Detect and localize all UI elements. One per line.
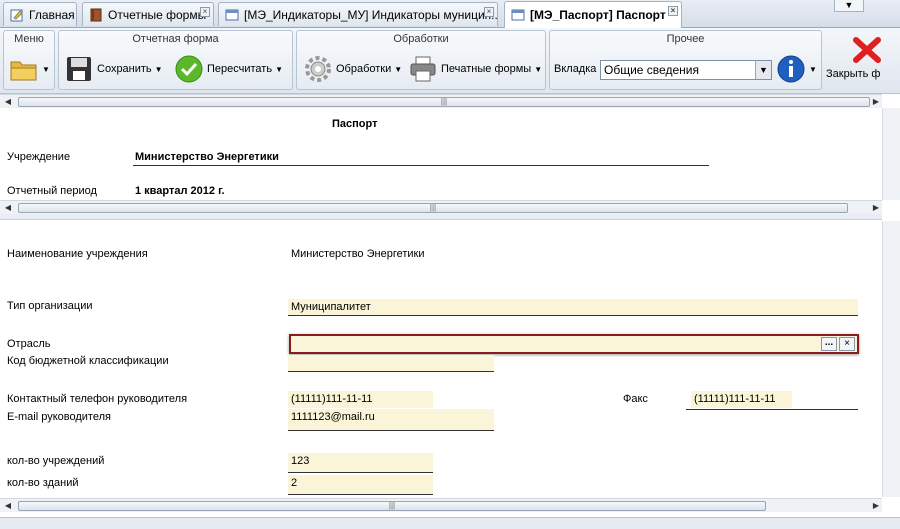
gear-icon bbox=[305, 56, 331, 82]
save-label: Сохранить bbox=[97, 63, 152, 75]
print-forms-label: Печатные формы bbox=[441, 63, 532, 75]
ellipsis-button[interactable]: ... bbox=[821, 337, 837, 351]
budget-code-label: Код бюджетной классификации bbox=[7, 355, 169, 367]
book-icon bbox=[90, 8, 102, 21]
check-icon bbox=[175, 55, 203, 83]
folder-icon bbox=[10, 61, 37, 81]
status-bar bbox=[0, 517, 900, 529]
save-button[interactable]: Сохранить ▼ bbox=[65, 53, 163, 85]
save-icon bbox=[67, 57, 91, 81]
menu-button[interactable]: ▼ bbox=[9, 53, 50, 85]
group-title: Обработки bbox=[393, 33, 449, 45]
period-label: Отчетный период bbox=[7, 185, 97, 197]
name-value: Министерство Энергетики bbox=[291, 248, 425, 260]
scroll-left-icon[interactable]: ◀ bbox=[2, 499, 14, 513]
chevron-down-icon: ▼ bbox=[534, 64, 543, 74]
tab-select[interactable]: Общие сведения ▼ bbox=[600, 60, 772, 80]
recalculate-label: Пересчитать bbox=[207, 63, 273, 75]
group-title: Прочее bbox=[666, 33, 705, 45]
clear-icon[interactable]: × bbox=[839, 337, 855, 351]
tab-bar: Главная Отчетные формы × [МЭ_Индикаторы_… bbox=[0, 0, 900, 28]
chevron-down-icon: ▼ bbox=[394, 64, 403, 74]
divider bbox=[133, 165, 709, 166]
header-scrollbar[interactable]: ◀ ||| ▶ bbox=[0, 200, 882, 214]
buildings-count-field[interactable]: 2 bbox=[288, 475, 433, 495]
industry-label: Отрасль bbox=[7, 338, 51, 350]
chevron-down-icon: ▼ bbox=[275, 64, 283, 74]
scroll-right-icon[interactable]: ▶ bbox=[870, 95, 882, 109]
scroll-right-icon[interactable]: ▶ bbox=[870, 499, 882, 513]
form-icon bbox=[511, 9, 525, 21]
toolbar: Меню ▼ Отчетная форма Сохранить ▼ Пересч… bbox=[0, 28, 900, 94]
fax-label: Факс bbox=[623, 393, 648, 405]
form-icon bbox=[225, 9, 239, 20]
processing-label: Обработки bbox=[336, 63, 392, 75]
divider bbox=[686, 409, 858, 410]
close-icon[interactable]: × bbox=[668, 6, 678, 16]
phone-field[interactable]: (11111)111-11-11 bbox=[288, 391, 433, 408]
chevron-down-icon[interactable]: ▼ bbox=[755, 61, 771, 79]
close-form-button[interactable]: Закрыть ф bbox=[826, 36, 882, 86]
other-group: Прочее Вкладка Общие сведения ▼ ▼ bbox=[549, 30, 822, 90]
buildings-count-label: кол-во зданий bbox=[7, 477, 79, 489]
tab-label: [МЭ_Паспорт] Паспорт bbox=[530, 8, 666, 22]
report-form-group: Отчетная форма Сохранить ▼ Пересчитать ▼ bbox=[58, 30, 293, 90]
institution-label: Учреждение bbox=[7, 151, 71, 163]
scroll-thumb[interactable]: ||| bbox=[18, 203, 848, 213]
chevron-down-icon: ▼ bbox=[42, 64, 50, 74]
institution-value: Министерство Энергетики bbox=[135, 151, 279, 163]
menu-group: Меню ▼ bbox=[3, 30, 55, 90]
scroll-thumb[interactable]: ||| bbox=[18, 501, 766, 511]
close-icon bbox=[853, 37, 881, 63]
scroll-thumb[interactable]: ||| bbox=[18, 97, 870, 107]
budget-code-field[interactable] bbox=[288, 355, 494, 372]
processing-group: Обработки Обработки ▼ Печатные формы ▼ bbox=[296, 30, 546, 90]
industry-field[interactable]: ... × bbox=[289, 334, 859, 354]
institutions-count-label: кол-во учреждений bbox=[7, 455, 105, 467]
info-icon bbox=[777, 55, 805, 83]
email-field[interactable]: 1111123@mail.ru bbox=[288, 409, 494, 431]
phone-label: Контактный телефон руководителя bbox=[7, 393, 188, 405]
scroll-left-icon[interactable]: ◀ bbox=[2, 95, 14, 109]
tab-select-label: Вкладка bbox=[554, 63, 597, 75]
tab-label: Отчетные формы bbox=[108, 7, 207, 22]
group-title: Отчетная форма bbox=[132, 33, 219, 45]
recalculate-button[interactable]: Пересчитать ▼ bbox=[175, 53, 283, 85]
print-forms-button[interactable]: Печатные формы ▼ bbox=[409, 53, 542, 85]
tab-label: [МЭ_Индикаторы_МУ] Индикаторы муницип... bbox=[244, 7, 498, 22]
scroll-right-icon[interactable]: ▶ bbox=[870, 201, 882, 215]
group-title: Меню bbox=[14, 33, 44, 45]
processing-button[interactable]: Обработки ▼ bbox=[303, 53, 402, 85]
info-button[interactable]: ▼ bbox=[776, 53, 817, 85]
header-vertical-scrollbar[interactable] bbox=[882, 108, 900, 200]
tab-report-forms[interactable]: Отчетные формы × bbox=[82, 2, 214, 26]
scroll-left-icon[interactable]: ◀ bbox=[2, 201, 14, 215]
fax-field[interactable]: (11111)111-11-11 bbox=[691, 391, 792, 408]
splitter[interactable] bbox=[0, 214, 882, 220]
form-vertical-scrollbar[interactable] bbox=[882, 221, 900, 497]
close-form-label: Закрыть ф bbox=[826, 68, 881, 80]
printer-icon bbox=[410, 56, 436, 82]
institutions-count-field[interactable]: 123 bbox=[288, 453, 433, 473]
close-icon[interactable]: × bbox=[200, 7, 210, 17]
edit-icon bbox=[10, 9, 23, 21]
org-type-label: Тип организации bbox=[7, 300, 93, 312]
period-value: 1 квартал 2012 г. bbox=[135, 185, 225, 197]
page-title: Паспорт bbox=[332, 118, 378, 130]
tab-indicators[interactable]: [МЭ_Индикаторы_МУ] Индикаторы муницип...… bbox=[218, 2, 498, 26]
toolbar-scrollbar[interactable]: ◀ ||| ▶ bbox=[0, 94, 882, 108]
tab-label: Главная bbox=[29, 7, 75, 22]
chevron-down-icon: ▼ bbox=[809, 64, 817, 74]
close-icon[interactable]: × bbox=[484, 7, 494, 17]
org-type-field[interactable]: Муниципалитет bbox=[288, 299, 858, 316]
name-label: Наименование учреждения bbox=[7, 248, 148, 260]
tab-select-value: Общие сведения bbox=[604, 63, 699, 77]
tab-selector-label: Вкладка bbox=[554, 53, 596, 85]
chevron-down-icon[interactable]: ▼ bbox=[834, 0, 864, 12]
tab-passport[interactable]: [МЭ_Паспорт] Паспорт × bbox=[504, 1, 682, 28]
chevron-down-icon: ▼ bbox=[154, 64, 163, 74]
email-label: E-mail руководителя bbox=[7, 411, 111, 423]
tab-home[interactable]: Главная bbox=[3, 2, 77, 26]
form-scrollbar[interactable]: ◀ ||| ▶ bbox=[0, 498, 882, 512]
